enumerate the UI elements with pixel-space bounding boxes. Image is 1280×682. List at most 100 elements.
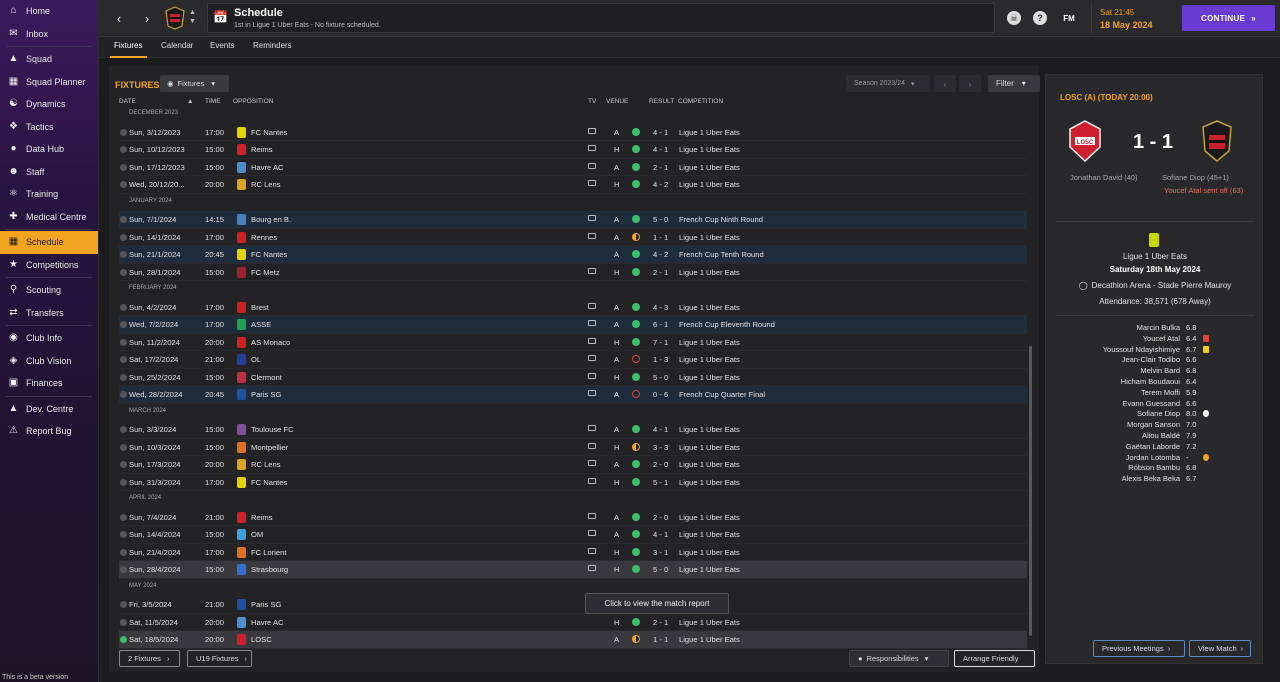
opponent-name[interactable]: FC Metz <box>251 268 280 277</box>
forward-icon[interactable]: › <box>137 0 157 37</box>
tab-fixtures[interactable]: Fixtures <box>114 41 142 50</box>
opponent-name[interactable]: FC Nantes <box>251 128 287 137</box>
competition[interactable]: French Cup Ninth Round <box>679 215 763 224</box>
opponent-name[interactable]: Reims <box>251 513 273 522</box>
player-rating-row[interactable]: Youssouf Ndayishimiye 6.7 <box>1046 345 1264 356</box>
club-badge-icon[interactable] <box>164 6 186 30</box>
player-rating-row[interactable]: Hicham Boudaoui 6.4 <box>1046 377 1264 388</box>
sidebar-item-club-info[interactable]: ◉ Club Info <box>0 327 98 350</box>
tab-events[interactable]: Events <box>210 41 234 50</box>
player-rating-row[interactable]: Sofiane Diop 8.0 <box>1046 409 1264 420</box>
opponent-name[interactable]: FC Lorient <box>251 548 286 557</box>
score[interactable]: 2 - 1 <box>653 268 668 277</box>
table-row[interactable]: Sun, 7/4/2024 21:00 Reims A 2 - 0 Ligue 1 Ube… <box>119 509 1027 526</box>
competition[interactable]: Ligue 1 Uber Eats <box>679 303 740 312</box>
sidebar-item-squad-planner[interactable]: ▦ Squad Planner <box>0 71 98 94</box>
table-row[interactable]: Fri, 3/5/202421:00Paris SGEats <box>119 596 1027 614</box>
player-rating-row[interactable]: Alexis Beka Beka 6.7 <box>1046 474 1264 485</box>
table-row[interactable]: Sun, 21/1/2024 20:45 FC Nantes A 4 - 2 French… <box>119 246 1027 264</box>
score[interactable]: 3 - 1 <box>653 548 668 557</box>
sidebar-item-dynamics[interactable]: ☯ Dynamics <box>0 93 98 116</box>
table-row[interactable]: Sun, 25/2/2024 15:00 Clermont H 5 - 0 Ligue 1… <box>119 369 1027 386</box>
sidebar-item-dev-centre[interactable]: ▲ Dev. Centre <box>0 398 98 421</box>
opponent-name[interactable]: Rennes <box>251 233 277 242</box>
two-fixtures-button[interactable]: 2 Fixtures › <box>119 650 180 667</box>
prev-season-icon[interactable]: ‹ <box>934 75 956 92</box>
competition[interactable]: Ligue 1 Uber Eats <box>679 233 740 242</box>
previous-meetings-button[interactable]: Previous Meetings › <box>1093 640 1185 657</box>
skull-icon[interactable]: ☠ <box>1007 11 1021 25</box>
score[interactable]: 2 - 0 <box>653 460 668 469</box>
competition[interactable]: Ligue 1 Uber Eats <box>679 635 740 644</box>
score[interactable]: 5 - 0 <box>653 565 668 574</box>
sidebar-item-home[interactable]: ⌂ Home <box>0 0 98 23</box>
back-icon[interactable]: ‹ <box>109 0 129 37</box>
score[interactable]: 5 - 0 <box>653 215 668 224</box>
competition[interactable]: Ligue 1 Uber Eats <box>679 565 740 574</box>
next-season-icon[interactable]: › <box>959 75 981 92</box>
club-switch-icon[interactable]: ▲ ▼ <box>189 8 196 26</box>
col-result[interactable]: RESULT <box>649 98 674 105</box>
sidebar-item-transfers[interactable]: ⇄ Transfers <box>0 302 98 325</box>
player-rating-row[interactable]: Evann Guessand 6.6 <box>1046 399 1264 410</box>
sidebar-item-medical-centre[interactable]: ✚ Medical Centre <box>0 206 98 229</box>
competition[interactable]: French Cup Quarter Final <box>679 390 765 399</box>
help-icon[interactable]: ? <box>1033 11 1047 25</box>
table-row[interactable]: Sun, 21/4/2024 17:00 FC Lorient H 3 - 1 Ligue… <box>119 544 1027 561</box>
table-row[interactable]: Sun, 4/2/2024 17:00 Brest A 4 - 3 Ligue 1 Ube… <box>119 299 1027 316</box>
player-rating-row[interactable]: Róbson Bambu 6.8 <box>1046 463 1264 474</box>
opponent-name[interactable]: FC Nantes <box>251 250 287 259</box>
score[interactable]: 0 - 6 <box>653 390 668 399</box>
competition[interactable]: Ligue 1 Uber Eats <box>679 180 740 189</box>
player-rating-row[interactable]: Melvin Bard 6.8 <box>1046 366 1264 377</box>
score[interactable]: 2 - 1 <box>653 163 668 172</box>
opponent-name[interactable]: OM <box>251 530 263 539</box>
player-rating-row[interactable]: Youcef Atal 6.4 <box>1046 334 1264 345</box>
competition[interactable]: Ligue 1 Uber Eats <box>679 460 740 469</box>
u19-fixtures-button[interactable]: U19 Fixtures › <box>187 650 252 667</box>
competition[interactable]: Ligue 1 Uber Eats <box>679 425 740 434</box>
table-row[interactable]: Sun, 28/1/2024 15:00 FC Metz H 2 - 1 Ligue 1 … <box>119 264 1027 281</box>
filter-button[interactable]: Filter ▾ <box>988 75 1040 92</box>
sidebar-item-finances[interactable]: ▣ Finances <box>0 372 98 395</box>
table-row[interactable]: Wed, 20/12/20... 20:00 RC Lens H 4 - 2 Ligue … <box>119 176 1027 194</box>
competition[interactable]: Ligue 1 Uber Eats <box>679 373 740 382</box>
table-row[interactable]: Sun, 3/3/2024 15:00 Toulouse FC A 4 - 1 Ligue… <box>119 421 1027 439</box>
player-rating-row[interactable]: Jordan Lotomba - <box>1046 453 1264 464</box>
table-row[interactable]: Sun, 10/12/2023 15:00 Reims H 4 - 1 Ligue 1 U… <box>119 141 1027 159</box>
opponent-name[interactable]: Havre AC <box>251 618 284 627</box>
score[interactable]: 7 - 1 <box>653 338 668 347</box>
sidebar-item-staff[interactable]: ☻ Staff <box>0 161 98 184</box>
competition[interactable]: Ligue 1 Uber Eats <box>679 548 740 557</box>
opponent-name[interactable]: RC Lens <box>251 460 281 469</box>
table-row[interactable]: Sat, 18/5/2024 20:00 LOSC A 1 - 1 Ligue 1 Ube… <box>119 631 1027 649</box>
player-rating-row[interactable]: Aliou Baldé 7.9 <box>1046 431 1264 442</box>
score[interactable]: 4 - 2 <box>653 250 668 259</box>
sidebar-item-tactics[interactable]: ❖ Tactics <box>0 116 98 139</box>
col-time[interactable]: TIME <box>205 98 221 105</box>
competition[interactable]: Ligue 1 Uber Eats <box>679 478 740 487</box>
player-rating-row[interactable]: Marcin Bulka 6.8 <box>1046 323 1264 334</box>
arrange-friendly-button[interactable]: Arrange Friendly <box>954 650 1035 667</box>
competition[interactable]: Ligue 1 Uber Eats <box>679 355 740 364</box>
competition[interactable]: Ligue 1 Uber Eats <box>679 513 740 522</box>
fm-menu-button[interactable]: FM <box>1059 11 1079 25</box>
sidebar-item-training[interactable]: ⚛ Training <box>0 183 98 206</box>
sidebar-item-competitions[interactable]: ★ Competitions <box>0 254 98 277</box>
table-row[interactable]: Sun, 31/3/2024 17:00 FC Nantes H 5 - 1 Ligue … <box>119 474 1027 491</box>
col-opposition[interactable]: OPPOSITION <box>233 98 273 105</box>
player-rating-row[interactable]: Gaëtan Laborde 7.2 <box>1046 442 1264 453</box>
player-rating-row[interactable]: Jean-Clair Todibo 6.6 <box>1046 355 1264 366</box>
score[interactable]: 1 - 3 <box>653 355 668 364</box>
col-competition[interactable]: COMPETITION <box>678 98 723 105</box>
score[interactable]: 2 - 1 <box>653 618 668 627</box>
view-match-button[interactable]: View Match › <box>1189 640 1251 657</box>
table-row[interactable]: Wed, 7/2/2024 17:00 ASSE A 6 - 1 French Cup E… <box>119 316 1027 334</box>
sidebar-item-club-vision[interactable]: ◈ Club Vision <box>0 350 98 373</box>
continue-button[interactable]: CONTINUE » <box>1182 5 1275 31</box>
table-row[interactable]: Sun, 11/2/2024 20:00 AS Monaco H 7 - 1 Ligue … <box>119 334 1027 351</box>
opponent-name[interactable]: FC Nantes <box>251 478 287 487</box>
opponent-name[interactable]: OL <box>251 355 261 364</box>
competition[interactable]: Ligue 1 Uber Eats <box>679 163 740 172</box>
opponent-name[interactable]: RC Lens <box>251 180 281 189</box>
